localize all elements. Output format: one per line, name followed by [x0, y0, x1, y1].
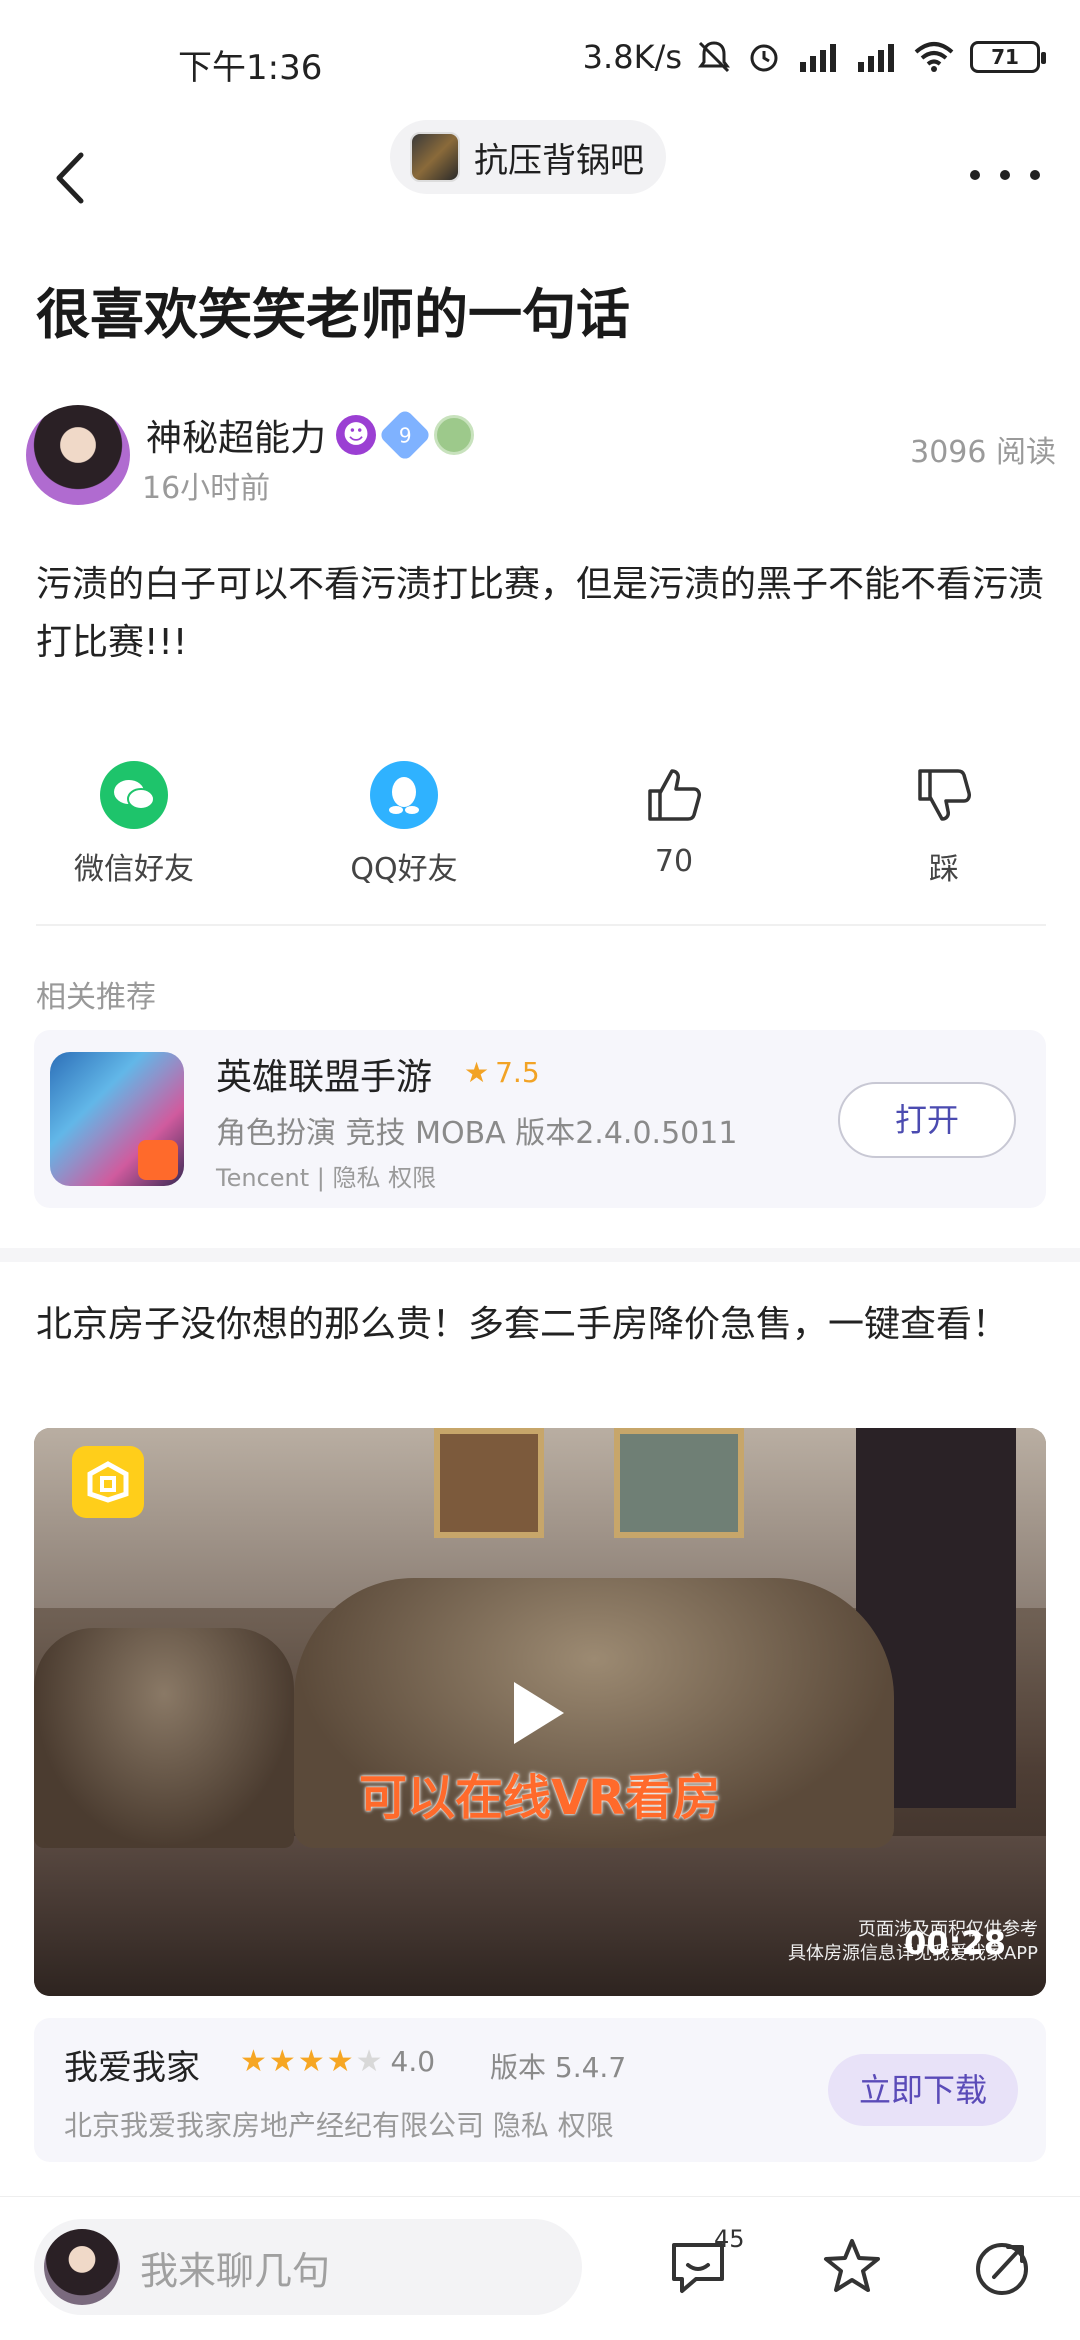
star-icon: ★: [297, 2044, 325, 2079]
video-duration: 00:28: [904, 1924, 1006, 1962]
more-dot: [1030, 170, 1040, 180]
share-qq-button[interactable]: QQ好友: [304, 760, 504, 888]
read-count: 3096 阅读: [910, 435, 1056, 470]
comment-input[interactable]: 我来聊几句: [34, 2219, 582, 2315]
thumbs-down-icon: [918, 769, 971, 821]
share-actions: 微信好友 QQ好友 70 踩: [0, 760, 1080, 890]
comment-placeholder: 我来聊几句: [140, 2248, 331, 2293]
app-name: 英雄联盟手游: [216, 1057, 433, 1098]
honor-badge-icon: [434, 415, 475, 455]
forum-name: 抗压背锅吧: [474, 140, 644, 181]
chevron-left-icon: [56, 152, 84, 204]
forum-link[interactable]: 抗压背锅吧: [390, 120, 666, 194]
qq-label: QQ好友: [350, 852, 458, 887]
level-badge: 9: [378, 408, 432, 462]
video-scene-floor: [34, 1836, 1046, 1996]
like-count: 70: [654, 844, 694, 879]
post-title: 很喜欢笑笑老师的一句话: [36, 283, 630, 346]
ad-rating-value: 4.0: [390, 2045, 436, 2078]
video-scene-painting: [434, 1428, 544, 1538]
ad-star-rating: ★ ★ ★ ★ ★ 4.0: [240, 2044, 435, 2079]
thumbs-up-icon: [648, 769, 701, 821]
ad-video[interactable]: 可以在线VR看房 页面涉及面积仅供参考 具体房源信息详见我爱我家APP 00:2…: [34, 1428, 1046, 1996]
top-nav: 抗压背锅吧: [0, 120, 1080, 270]
ad-title[interactable]: 北京房子没你想的那么贵！多套二手房降价急售，一键查看！: [36, 1296, 1046, 1354]
app-publisher[interactable]: Tencent | 隐私 权限: [216, 1158, 436, 1193]
network-speed: 3.8K/s: [582, 38, 682, 76]
star-icon: ★: [268, 2044, 296, 2079]
ad-app-company[interactable]: 北京我爱我家房地产经纪有限公司 隐私 权限: [64, 2104, 614, 2144]
author-avatar[interactable]: [26, 405, 130, 505]
section-divider: [0, 1248, 1080, 1262]
dislike-button[interactable]: 踩: [844, 760, 1044, 888]
devil-emoji-icon: ☻: [336, 415, 377, 455]
author-name[interactable]: 神秘超能力: [146, 409, 326, 461]
author-row: 神秘超能力 ☻ 9 16小时前 3096 阅读: [26, 405, 1056, 515]
comment-count: 45: [714, 2225, 745, 2253]
status-bar: 下午1:36 3.8K/s 71: [0, 0, 1080, 120]
star-favorite-icon[interactable]: [820, 2235, 884, 2299]
app-rating: ★ 7.5: [464, 1056, 540, 1089]
back-button[interactable]: [40, 138, 100, 218]
signal-icon: [800, 44, 836, 72]
author-name-row: 神秘超能力 ☻ 9: [146, 408, 475, 462]
dislike-label: 踩: [929, 852, 959, 887]
signal-icon-2: [858, 44, 894, 72]
video-scene-painting: [614, 1428, 744, 1538]
more-dot: [1000, 170, 1010, 180]
play-icon[interactable]: [508, 1678, 568, 1748]
star-icon: ★: [326, 2044, 354, 2079]
mute-icon: [698, 41, 730, 73]
battery-indicator: 71: [970, 41, 1046, 73]
post-time: 16小时前: [142, 471, 271, 506]
ad-app-card[interactable]: 我爱我家 ★ ★ ★ ★ ★ 4.0 版本 5.4.7 北京我爱我家房地产经纪有…: [34, 2018, 1046, 2162]
post-body: 污渍的白子可以不看污渍打比赛，但是污渍的黑子不能不看污渍打比赛!!!: [36, 564, 1045, 663]
star-icon: ★: [240, 2044, 267, 2079]
divider: [36, 924, 1046, 926]
wechat-icon: [100, 761, 168, 829]
app-meta: 角色扮演 竞技 MOBA 版本2.4.0.5011: [216, 1116, 738, 1151]
app-icon: [50, 1052, 184, 1186]
wifi-icon: [914, 42, 954, 72]
ad-app-version: 版本 5.4.7: [490, 2051, 627, 2084]
qq-icon: [370, 761, 438, 829]
like-button[interactable]: 70: [574, 760, 774, 879]
forum-avatar: [410, 132, 460, 182]
status-icons: 3.8K/s 71: [582, 38, 1046, 76]
share-icon[interactable]: [970, 2235, 1034, 2299]
more-dot: [970, 170, 980, 180]
related-label: 相关推荐: [36, 980, 156, 1015]
related-app-card[interactable]: 英雄联盟手游 ★ 7.5 角色扮演 竞技 MOBA 版本2.4.0.5011 T…: [34, 1030, 1046, 1208]
level-number: 9: [398, 422, 412, 447]
share-wechat-button[interactable]: 微信好友: [34, 760, 234, 888]
star-icon: ★: [464, 1056, 490, 1089]
open-app-button[interactable]: 打开: [838, 1082, 1016, 1158]
star-icon: ★: [355, 2044, 383, 2079]
wechat-label: 微信好友: [74, 852, 194, 887]
alarm-icon: [750, 44, 778, 72]
status-time: 下午1:36: [178, 48, 323, 88]
download-button[interactable]: 立即下载: [828, 2054, 1018, 2126]
video-caption: 可以在线VR看房: [358, 1770, 722, 1826]
app-rating-value: 7.5: [495, 1056, 540, 1089]
brand-logo-icon: [72, 1446, 144, 1518]
ad-app-name: 我爱我家: [64, 2048, 200, 2088]
bottom-bar: 我来聊几句 45: [0, 2196, 1080, 2340]
more-options-button[interactable]: [970, 150, 1040, 200]
user-avatar: [44, 2229, 120, 2305]
